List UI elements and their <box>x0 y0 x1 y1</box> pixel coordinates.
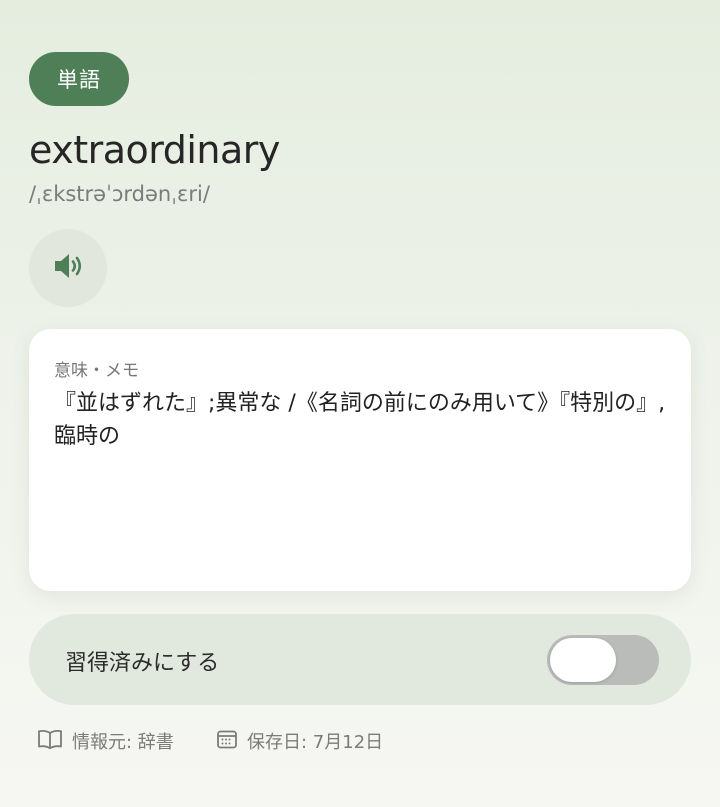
mark-learned-label: 習得済みにする <box>65 651 220 676</box>
meaning-label: 意味・メモ <box>54 361 139 381</box>
calendar-icon <box>216 728 247 755</box>
saved-date-info: 保存日: 7月12日 <box>216 728 383 754</box>
mark-learned-row[interactable]: 習得済みにする <box>29 614 691 705</box>
pronunciation-text: /ˌɛkstrəˈɔrdənˌɛri/ <box>29 182 210 206</box>
word-title: extraordinary <box>29 128 280 172</box>
toggle-knob <box>550 638 616 682</box>
mark-learned-toggle[interactable] <box>547 635 659 685</box>
meaning-text[interactable]: 『並はずれた』;異常な /《名詞の前にのみ用いて》『特別の』,臨時の <box>54 387 669 453</box>
source-info: 情報元: 辞書 <box>37 728 174 754</box>
meaning-card: 意味・メモ 『並はずれた』;異常な /《名詞の前にのみ用いて》『特別の』,臨時の <box>29 329 691 591</box>
speaker-icon <box>51 251 85 285</box>
saved-date-text: 保存日: 7月12日 <box>247 732 384 753</box>
book-icon <box>37 728 72 755</box>
source-text: 情報元: 辞書 <box>72 732 174 753</box>
play-pronunciation-button[interactable] <box>29 229 107 307</box>
category-badge: 単語 <box>29 52 129 106</box>
